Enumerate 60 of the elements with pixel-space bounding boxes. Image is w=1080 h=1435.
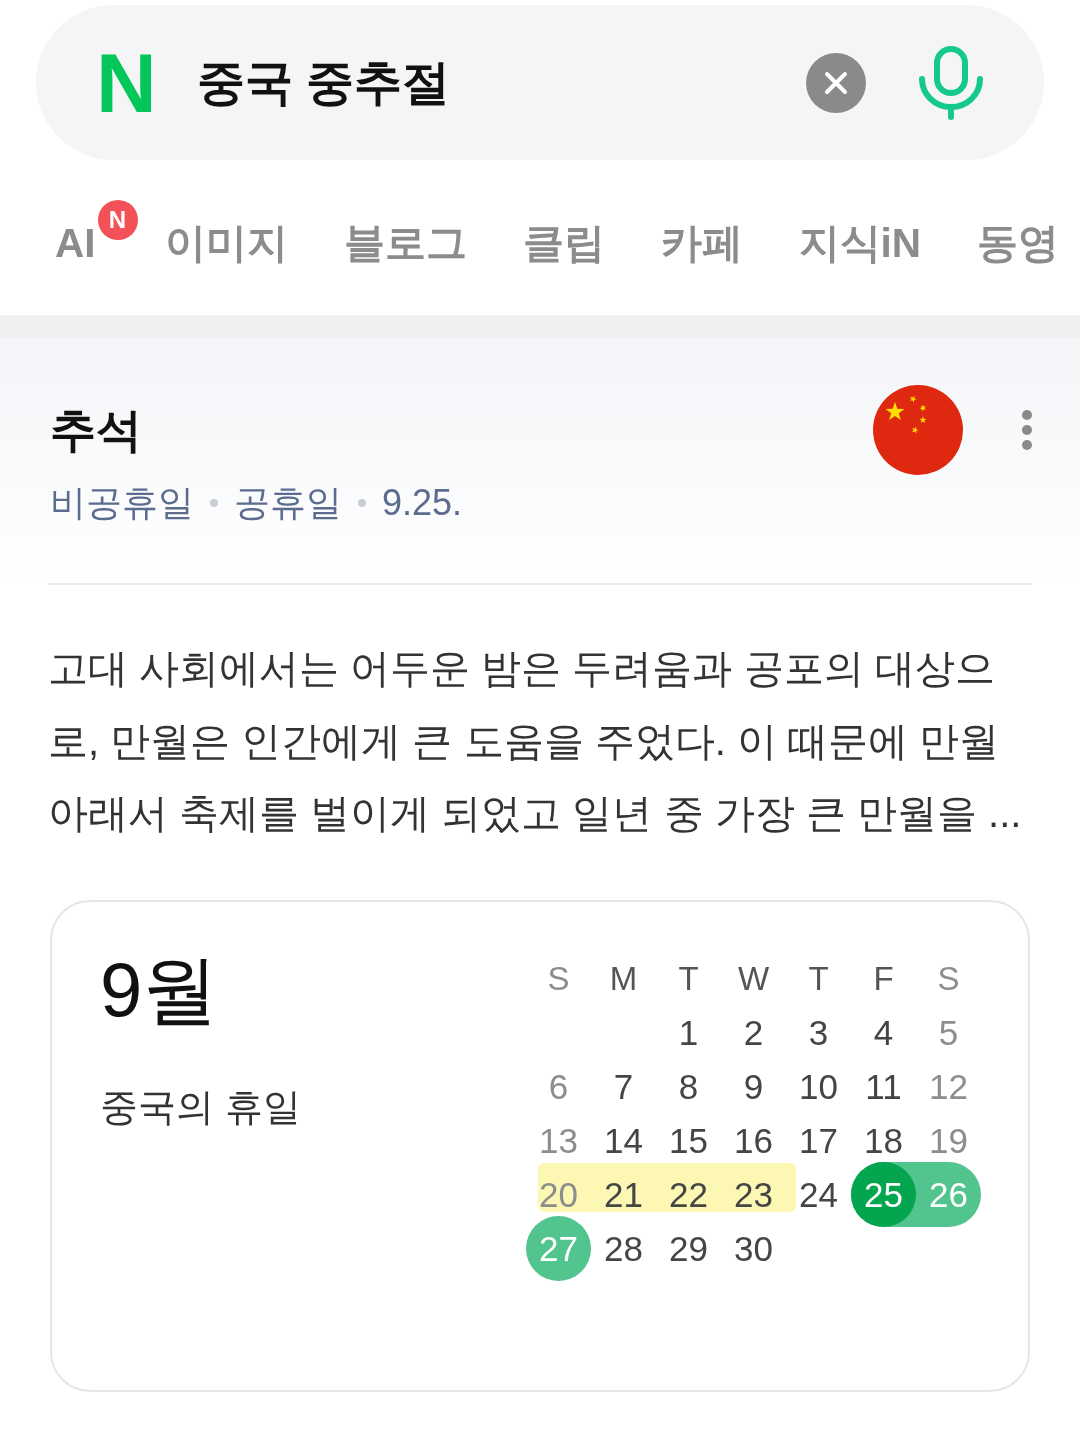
calendar-day: 6: [548, 1065, 569, 1108]
calendar-day: 2: [743, 1011, 764, 1054]
weekday-label: T: [678, 958, 699, 999]
calendar-day: 16: [734, 1119, 773, 1162]
calendar-day: 25: [864, 1173, 903, 1216]
calendar-caption: 중국의 휴일: [100, 1084, 301, 1130]
calendar-day: 12: [929, 1065, 968, 1108]
calendar-day: 23: [734, 1173, 773, 1216]
holiday-info: 9.25.: [382, 481, 463, 525]
calendar-day: 18: [864, 1119, 903, 1162]
month-title: 9월: [100, 945, 220, 1034]
weekday-label: S: [547, 958, 570, 999]
description-text: 고대 사회에서는 어두운 밤은 두려움과 공포의 대상으로, 만월은 인간에게 큰 도움을 주었다. 이 때문에 만월 아래서 축제를 벌이게 되었고 일년 중 가장 큰 만월을 ...: [48, 645, 1023, 837]
calendar-day: 7: [613, 1065, 634, 1108]
weekday-label: F: [873, 958, 894, 999]
calendar-day: 3: [808, 1011, 829, 1054]
tab[interactable]: 지식iN: [798, 213, 921, 273]
clear-icon[interactable]: [806, 52, 866, 113]
calendar-day: 9: [743, 1065, 764, 1108]
tab[interactable]: 동영: [977, 213, 1059, 273]
microphone-icon[interactable]: [917, 45, 985, 120]
calendar-day: 24: [799, 1173, 838, 1216]
tab[interactable]: AI: [55, 213, 96, 273]
logo[interactable]: N: [96, 40, 157, 125]
weekday-label: M: [609, 958, 638, 999]
calendar-day: 8: [678, 1065, 699, 1108]
weekday-label: S: [937, 958, 960, 999]
calendar-day: 11: [865, 1065, 902, 1108]
more-icon[interactable]: [1021, 410, 1033, 450]
calendar-day: 17: [799, 1119, 838, 1162]
holiday-title: 추석: [50, 403, 143, 458]
calendar-day: 29: [669, 1227, 708, 1270]
calendar-day: 1: [678, 1011, 699, 1054]
calendar-day: 30: [734, 1227, 773, 1270]
search-field[interactable]: 중국 중추절: [196, 52, 450, 113]
tab[interactable]: 이미지: [164, 213, 288, 273]
tab[interactable]: 카페: [660, 213, 743, 273]
calendar-day: 4: [873, 1011, 894, 1054]
holiday-info: 비공휴일: [50, 481, 194, 525]
holiday-info: 공휴일: [234, 481, 342, 525]
calendar-day: 19: [929, 1119, 968, 1162]
calendar-day: 5: [938, 1011, 959, 1054]
calendar-day: 10: [799, 1065, 838, 1108]
tab[interactable]: 클립: [522, 213, 605, 273]
calendar-day: 20: [539, 1173, 578, 1216]
calendar-day: 26: [929, 1173, 968, 1216]
calendar-day: 28: [604, 1227, 643, 1270]
weekday-label: W: [737, 958, 770, 999]
calendar-day: 27: [539, 1227, 578, 1270]
calendar-day: 22: [669, 1173, 708, 1216]
calendar-day: 21: [604, 1173, 643, 1216]
new-badge: N: [97, 200, 138, 240]
calendar-day: 15: [669, 1119, 708, 1162]
calendar-day: 13: [539, 1119, 578, 1162]
weekday-label: T: [808, 958, 829, 999]
separator-dot-icon: [358, 499, 366, 507]
flag-icon: [873, 385, 963, 475]
separator-dot-icon: [210, 499, 218, 507]
tab[interactable]: 블로그: [343, 213, 467, 273]
calendar-day: 14: [604, 1119, 643, 1162]
